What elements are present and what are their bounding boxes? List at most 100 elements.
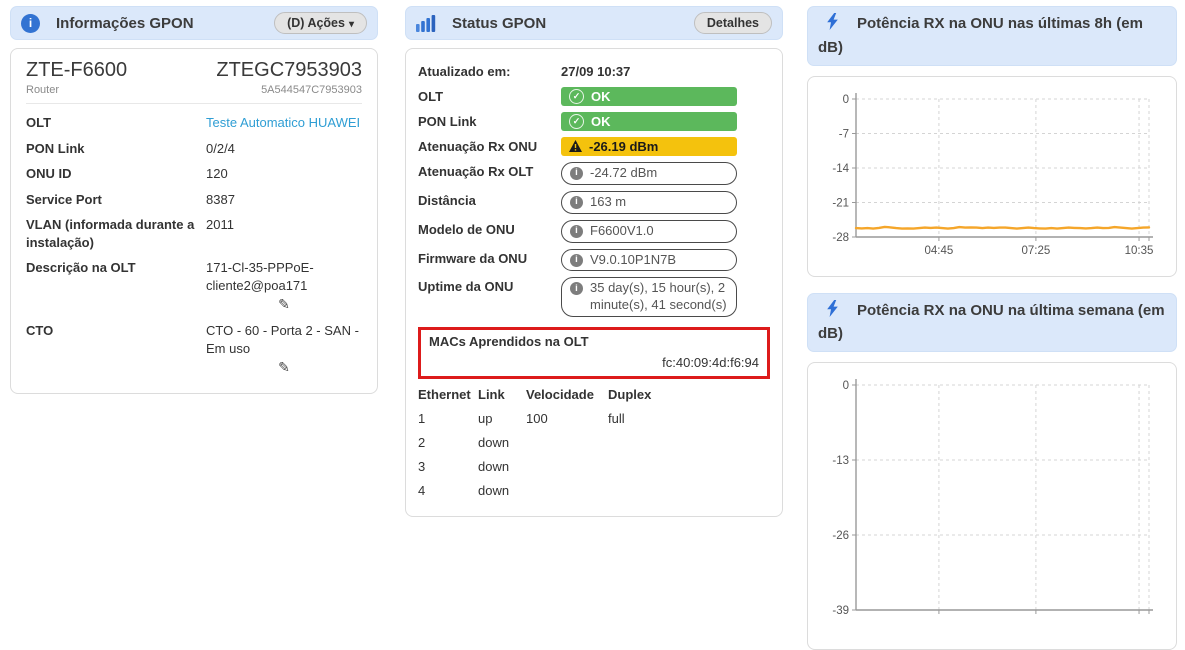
info-row-value: 120 xyxy=(206,165,362,183)
ethernet-col-header: Ethernet xyxy=(418,383,478,406)
status-value-pill: i163 m xyxy=(561,191,737,214)
info-circle-icon: i xyxy=(570,282,583,295)
chart-8h-title: Potência RX na ONU nas últimas 8h (em dB… xyxy=(818,15,1143,56)
info-circle-icon: i xyxy=(570,254,583,267)
info-card: ZTE-F6600 ZTEGC7953903 Router 5A544547C7… xyxy=(10,48,378,394)
ethernet-table: EthernetLinkVelocidadeDuplex 1up100full2… xyxy=(418,383,763,502)
info-row-value: 0/2/4 xyxy=(206,140,362,158)
svg-text:07:25: 07:25 xyxy=(1022,245,1051,257)
ethernet-cell: 100 xyxy=(526,406,608,430)
svg-text:-21: -21 xyxy=(832,197,849,209)
status-value-pill: i -24.72 dBm xyxy=(561,162,737,185)
info-row-value-text: 120 xyxy=(206,166,228,181)
info-row-label: CTO xyxy=(26,322,206,377)
macs-alert-box: MACs Aprendidos na OLT fc:40:09:4d:f6:94 xyxy=(418,327,770,379)
status-row-label: PON Link xyxy=(418,112,561,131)
bar-chart-icon xyxy=(416,14,436,32)
updated-value: 27/09 10:37 xyxy=(561,62,630,79)
status-badge-text: -26.19 dBm xyxy=(589,139,658,154)
device-header: ZTE-F6600 ZTEGC7953903 Router 5A544547C7… xyxy=(26,59,362,104)
lightning-icon xyxy=(826,300,839,324)
charts-panel: Potência RX na ONU nas últimas 8h (em dB… xyxy=(807,6,1177,650)
status-row: OLT✓OK xyxy=(418,84,770,109)
status-value-pill: i35 day(s), 15 hour(s), 2 minute(s), 41 … xyxy=(561,277,737,317)
info-panel-title: Informações GPON xyxy=(56,15,274,32)
chart-week-title: Potência RX na ONU na última semana (em … xyxy=(818,302,1165,343)
olt-link[interactable]: Teste Automatico HUAWEI xyxy=(206,115,360,130)
ethernet-col-header: Velocidade xyxy=(526,383,608,406)
status-row-label: Firmware da ONU xyxy=(418,249,561,268)
info-row-value-text: 171-Cl-35-PPPoE-cliente2@poa171 xyxy=(206,260,314,293)
info-row-value-text: 2011 xyxy=(206,217,234,232)
acoes-button[interactable]: (D) Ações▾ xyxy=(274,12,367,34)
info-circle-icon: i xyxy=(570,167,583,180)
info-row-value: CTO - 60 - Porta 2 - SAN - Em uso ✎ xyxy=(206,322,362,377)
status-pill-text: 163 m xyxy=(590,194,626,211)
chevron-down-icon: ▾ xyxy=(349,19,354,30)
status-row: Firmware da ONU i V9.0.10P1N7B xyxy=(418,246,770,275)
svg-text:-14: -14 xyxy=(832,163,849,175)
status-row: Distânciai163 m xyxy=(418,188,770,217)
ethernet-cell: 1 xyxy=(418,406,478,430)
info-row: PON Link0/2/4 xyxy=(26,136,362,162)
line-chart: 0-13-26-39 xyxy=(814,371,1170,634)
status-panel-header: Status GPON Detalhes xyxy=(405,6,783,40)
ethernet-row: 1up100full xyxy=(418,406,763,430)
check-circle-icon: ✓ xyxy=(569,114,584,129)
status-pill-text: V9.0.10P1N7B xyxy=(590,252,676,269)
status-panel: Status GPON Detalhes Atualizado em: 27/0… xyxy=(405,6,783,517)
status-row-label: OLT xyxy=(418,87,561,106)
info-row: Descrição na OLT171-Cl-35-PPPoE-cliente2… xyxy=(26,255,362,318)
status-pill-text: -24.72 dBm xyxy=(590,165,657,182)
info-row-value-text: CTO - 60 - Porta 2 - SAN - Em uso xyxy=(206,323,359,356)
info-row-label: Service Port xyxy=(26,191,206,209)
device-serial: ZTEGC7953903 xyxy=(216,59,362,82)
svg-text:-28: -28 xyxy=(832,232,849,244)
chart-8h-header: Potência RX na ONU nas últimas 8h (em dB… xyxy=(807,6,1177,66)
ethernet-cell: full xyxy=(608,406,763,430)
chart-week-card: 0-13-26-39 xyxy=(807,362,1177,650)
rx-chart-8h: 0-7-14-21-2804:4507:2510:35 xyxy=(814,85,1170,266)
rx-series-line xyxy=(856,226,1149,228)
info-row-label: VLAN (informada durante a instalação) xyxy=(26,216,206,251)
info-row-label: Descrição na OLT xyxy=(26,259,206,314)
edit-pencil-icon[interactable]: ✎ xyxy=(206,358,362,377)
status-row: Modelo de ONUiF6600V1.0 xyxy=(418,217,770,246)
info-panel-header: i Informações GPON (D) Ações▾ xyxy=(10,6,378,40)
svg-text:0: 0 xyxy=(843,94,849,106)
ethernet-cell: 3 xyxy=(418,454,478,478)
info-icon: i xyxy=(21,14,40,33)
info-panel: i Informações GPON (D) Ações▾ ZTE-F6600 … xyxy=(10,6,378,394)
ethernet-cell xyxy=(526,430,608,454)
status-value-pill: i V9.0.10P1N7B xyxy=(561,249,737,272)
check-circle-icon: ✓ xyxy=(569,89,584,104)
ethernet-col-header: Link xyxy=(478,383,526,406)
status-row: Atenuação Rx ONU -26.19 dBm xyxy=(418,134,770,159)
svg-text:-26: -26 xyxy=(832,530,849,542)
edit-pencil-icon[interactable]: ✎ xyxy=(206,295,362,314)
info-row-label: ONU ID xyxy=(26,165,206,183)
info-row: VLAN (informada durante a instalação)201… xyxy=(26,212,362,255)
status-row-label: Atenuação Rx ONU xyxy=(418,137,561,156)
device-serial-alt: 5A544547C7953903 xyxy=(261,84,362,96)
warning-icon xyxy=(569,140,582,152)
detalhes-button[interactable]: Detalhes xyxy=(694,12,772,34)
ethernet-cell xyxy=(608,430,763,454)
status-badge-warning: -26.19 dBm xyxy=(561,137,737,156)
status-row: PON Link✓OK xyxy=(418,109,770,134)
status-row: Atenuação Rx OLTi-24.72 dBm xyxy=(418,159,770,188)
ethernet-cell: up xyxy=(478,406,526,430)
ethernet-row: 3down xyxy=(418,454,763,478)
svg-text:-39: -39 xyxy=(832,605,849,617)
lightning-icon xyxy=(826,13,839,37)
info-row-value: 171-Cl-35-PPPoE-cliente2@poa171 ✎ xyxy=(206,259,362,314)
status-row: Uptime da ONUi35 day(s), 15 hour(s), 2 m… xyxy=(418,274,770,320)
ethernet-row: 2down xyxy=(418,430,763,454)
info-row-value: 8387 xyxy=(206,191,362,209)
info-row: Service Port8387 xyxy=(26,187,362,213)
status-badge-ok: ✓OK xyxy=(561,87,737,106)
ethernet-cell xyxy=(608,454,763,478)
info-row-label: OLT xyxy=(26,114,206,132)
info-row: ONU ID120 xyxy=(26,161,362,187)
ethernet-cell xyxy=(526,478,608,502)
